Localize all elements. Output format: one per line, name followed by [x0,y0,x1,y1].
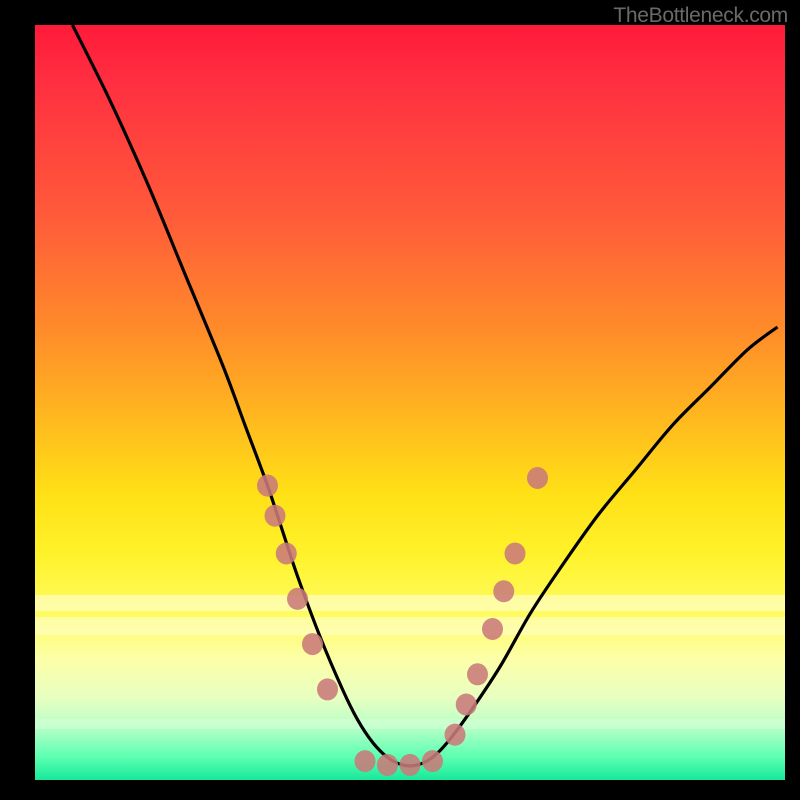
chart-frame: TheBottleneck.com [0,0,800,800]
curve-marker [527,467,548,489]
plot-area [35,25,785,780]
curve-marker [317,678,338,700]
curve-marker [400,754,421,776]
curve-marker [445,724,466,746]
curve-marker [355,750,376,772]
curve-marker [257,475,278,497]
curve-marker [493,580,514,602]
curve-marker [482,618,503,640]
watermark-text: TheBottleneck.com [613,4,788,28]
curve-marker [287,588,308,610]
curve-marker [265,505,286,527]
curve-marker [276,542,297,564]
curve-marker [302,633,323,655]
curve-svg [35,25,785,780]
curve-marker [467,663,488,685]
curve-marker [456,693,477,715]
bottleneck-curve [73,25,778,766]
marker-group [257,467,548,776]
curve-marker [377,754,398,776]
curve-marker [505,542,526,564]
curve-marker [422,750,443,772]
